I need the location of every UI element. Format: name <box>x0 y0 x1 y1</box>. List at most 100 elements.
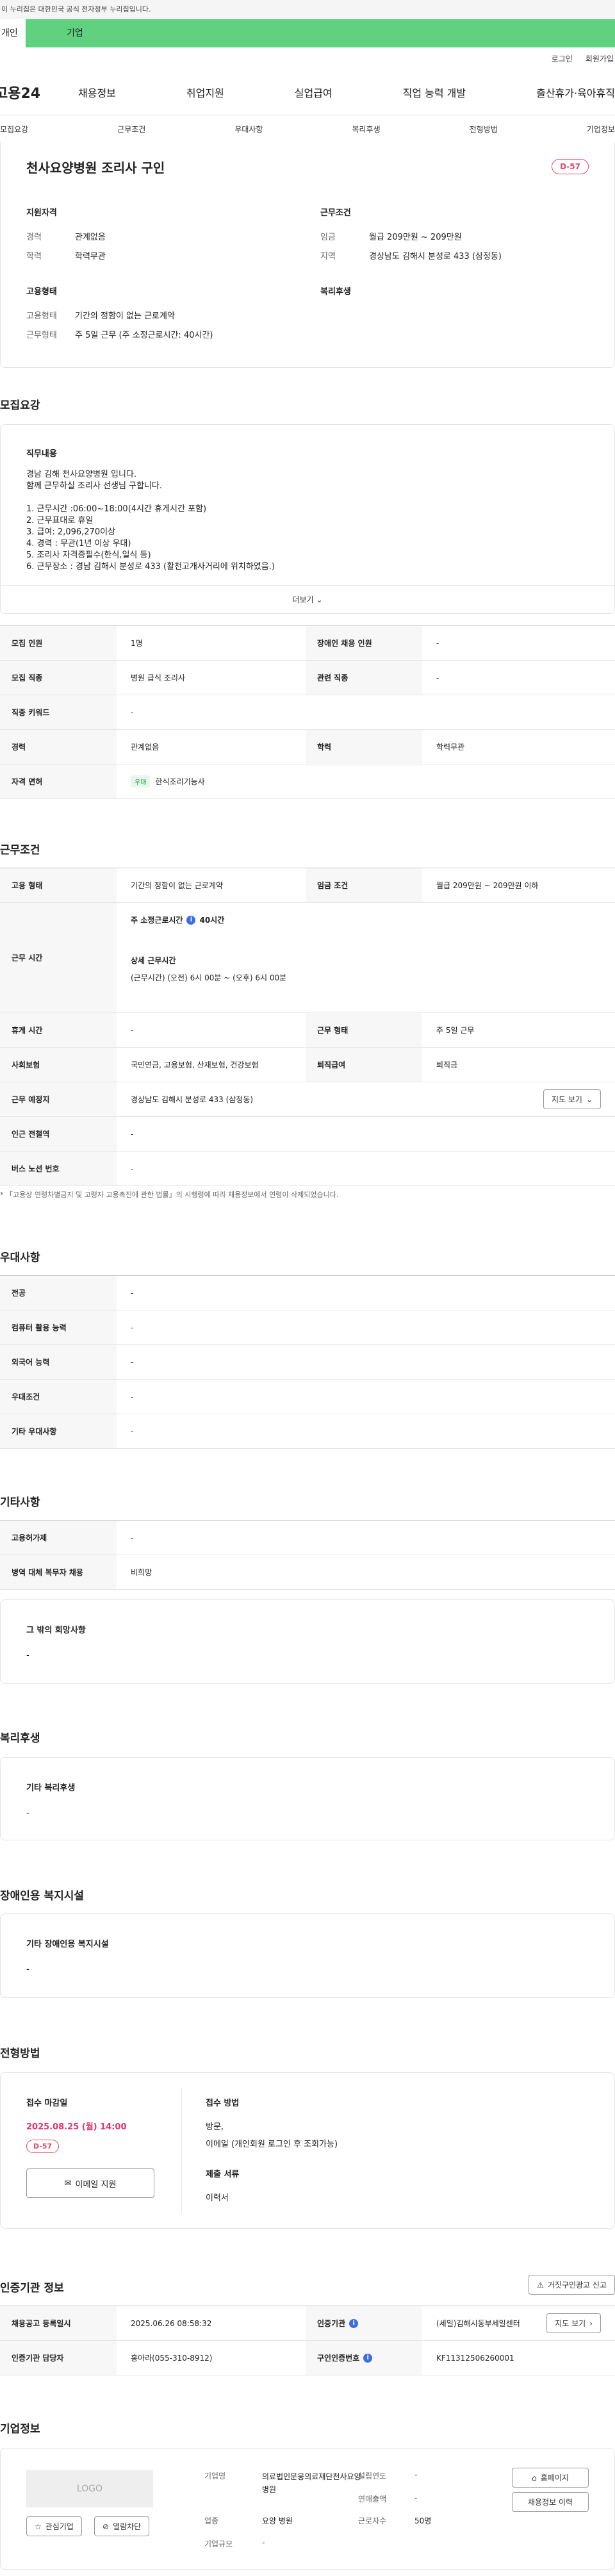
license-value: 한식조리기능사 <box>155 777 205 786</box>
deadline-value: 2025.08.25 (월) 14:00 <box>26 2122 127 2132</box>
qual-value: 학력무관 <box>75 252 106 261</box>
qual-value: 관계없음 <box>75 233 106 242</box>
th: 근무 시간 <box>0 903 117 1012</box>
anchor-pref[interactable]: 우대사항 <box>234 124 263 135</box>
industry-value: 요양 병원 <box>262 2516 293 2525</box>
docs-value: 이력서 <box>206 2193 229 2203</box>
td: 비희망 <box>131 1568 152 1577</box>
select-title: 전형방법 <box>0 2047 40 2060</box>
th: 인증기관 i <box>306 2306 422 2340</box>
agency-map-button[interactable]: 지도 보기 › <box>546 2313 601 2333</box>
table-row: 자격 면허 우대 한식조리기능사 <box>0 764 615 799</box>
th: 근무 예정지 <box>0 1082 117 1116</box>
site-logo[interactable]: 고용24 <box>0 82 78 103</box>
tab-company[interactable]: 기업 <box>26 19 615 47</box>
info-icon[interactable]: i <box>363 2353 373 2363</box>
agency-value: (세일)김해시동부세일센터 <box>436 2319 520 2328</box>
td: - <box>131 1357 134 1367</box>
td: - <box>131 1323 134 1332</box>
anchor-company[interactable]: 기업정보 <box>587 124 615 135</box>
td: 퇴직금 <box>436 1061 458 1069</box>
gnb-item-training[interactable]: 직업 능력 개발 <box>403 85 466 100</box>
method-value-2: 이메일 (개인회원 로그인 후 조회가능) <box>206 2140 338 2149</box>
table-row: 근무 예정지 경상남도 김해시 분성로 433 (삼정동) 지도 보기 ⌄ <box>0 1082 615 1117</box>
gnb-item-employment-support[interactable]: 취업지원 <box>186 85 224 100</box>
fav-company-label: 관심기업 <box>45 2522 74 2531</box>
block-view-label: 열람차단 <box>113 2522 142 2531</box>
th: 인근 전철역 <box>0 1117 117 1151</box>
method-section: 접수 방법 방문, 이메일 (개인회원 로그인 후 조회가능) 제출 서류 이력… <box>206 2096 338 2203</box>
td: - <box>131 1288 134 1298</box>
cond-value: 경상남도 김해시 분성로 433 (삼정동) <box>369 252 502 261</box>
docs-label: 제출 서류 <box>206 2170 240 2179</box>
duty-line: 2. 근무표대로 휴일 <box>26 516 94 525</box>
table-row: 직종 키워드 - <box>0 695 615 730</box>
tab-personal[interactable]: 개인 <box>0 19 26 47</box>
etc-title: 기타사항 <box>0 1496 40 1509</box>
th: 모집 인원 <box>0 626 117 660</box>
more-button[interactable]: 더보기 ⌄ <box>1 585 614 613</box>
td: - <box>436 638 439 648</box>
emp-label: 근무형태 <box>26 331 57 340</box>
map-button[interactable]: 지도 보기 ⌄ <box>543 1089 601 1109</box>
pref-table: 전공 - 컴퓨터 활용 능력 - 외국어 능력 - 우대조건 - 기타 우대사항 - <box>0 1275 615 1449</box>
agency-title: 인증기관 정보 <box>0 2282 64 2295</box>
homepage-button[interactable]: ⌂ 홈페이지 <box>512 2468 589 2488</box>
found-value: - <box>414 2470 418 2479</box>
login-link[interactable]: 로그인 <box>552 53 573 64</box>
anchor-select[interactable]: 전형방법 <box>470 124 498 135</box>
size-label: 기업규모 <box>204 2539 233 2548</box>
th: 학력 <box>306 730 422 764</box>
company-title: 기업정보 <box>0 2423 40 2436</box>
job-history-button[interactable]: 채용정보 이력 <box>512 2492 589 2512</box>
report-ad-button[interactable]: ⚠ 거짓구인광고 신고 <box>529 2275 615 2295</box>
info-icon[interactable]: i <box>349 2318 359 2328</box>
duty-content: 경남 김해 천사요양병원 입니다. 함께 근무하실 조리사 선생님 구합니다. … <box>26 469 589 573</box>
th: 관련 직종 <box>306 661 422 695</box>
th: 경력 <box>0 730 117 764</box>
join-link[interactable]: 회원가입 <box>586 53 614 64</box>
size-value: - <box>262 2538 265 2547</box>
fav-company-button[interactable]: ☆ 관심기업 <box>26 2516 82 2536</box>
gnb-item-unemployment[interactable]: 실업급여 <box>295 85 332 100</box>
table-row: 고용허가제 - <box>0 1521 615 1555</box>
gnb-item-parental-leave[interactable]: 출산휴가·육아휴직 <box>536 85 615 100</box>
map-button-label: 지도 보기 <box>551 1095 582 1104</box>
th: 근무 형태 <box>306 1013 422 1047</box>
table-row: 모집 직종 병원 급식 조리사 관련 직종 - <box>0 661 615 695</box>
found-label: 설립연도 <box>358 2472 387 2481</box>
td: 기간의 정함이 없는 근로계약 <box>131 881 223 890</box>
duty-line: 6. 근무장소 : 경남 김해시 분성로 433 (활천고개사거리에 위치하였음… <box>26 562 275 572</box>
table-row: 근무 시간 주 소정근로시간 i 40시간 상세 근무시간 (근무시간) (오전… <box>0 903 615 1013</box>
cond-title: 근무조건 <box>320 208 351 218</box>
th: 모집 직종 <box>0 661 117 695</box>
hope-card: 그 밖의 희망사항 - <box>0 1599 615 1684</box>
deadline-section: 접수 마감일 2025.08.25 (월) 14:00 D-57 ✉ 이메일 지… <box>26 2096 180 2198</box>
anchor-benefit[interactable]: 복리후생 <box>352 124 380 135</box>
info-icon[interactable]: i <box>186 915 196 925</box>
alert-icon: ⚠ <box>537 2280 544 2290</box>
table-row: 우대조건 - <box>0 1380 615 1414</box>
th: 버스 노선 번호 <box>0 1152 117 1185</box>
anchor-work[interactable]: 근무조건 <box>117 124 145 135</box>
anchor-recruit[interactable]: 모집요강 <box>0 124 28 135</box>
deadline-label: 접수 마감일 <box>26 2099 68 2108</box>
email-apply-button[interactable]: ✉ 이메일 지원 <box>26 2168 154 2198</box>
th: 임금 조건 <box>306 868 422 902</box>
block-view-button[interactable]: ⊘ 열람차단 <box>94 2516 150 2536</box>
td: 주 5일 근무 <box>436 1026 475 1035</box>
duty-line: 1. 근무시간 :06:00~18:00(4시간 휴게시간 포함) <box>26 504 207 514</box>
table-row: 휴게 시간 - 근무 형태 주 5일 근무 <box>0 1013 615 1048</box>
employees-label: 근로자수 <box>358 2516 387 2525</box>
disab-title: 장애인용 복지시설 <box>0 1890 85 1903</box>
emp-value: 주 5일 근무 (주 소정근로시간: 40시간) <box>75 331 213 340</box>
th: 고용허가제 <box>0 1521 117 1555</box>
gnb-item-jobs[interactable]: 채용정보 <box>78 85 116 100</box>
th: 컴퓨터 활용 능력 <box>0 1310 117 1344</box>
gov-banner: 이 누리집은 대한민국 공식 전자정부 누리집입니다. <box>0 0 615 19</box>
benefit-card-title: 기타 복리후생 <box>26 1783 76 1793</box>
duty-line: 5. 조리사 자격증필수(한식,일식 등) <box>26 550 151 560</box>
homepage-label: 홈페이지 <box>540 2473 569 2482</box>
td: (세일)김해시동부세일센터 지도 보기 › <box>422 2306 615 2340</box>
qual-label: 경력 <box>26 233 42 242</box>
